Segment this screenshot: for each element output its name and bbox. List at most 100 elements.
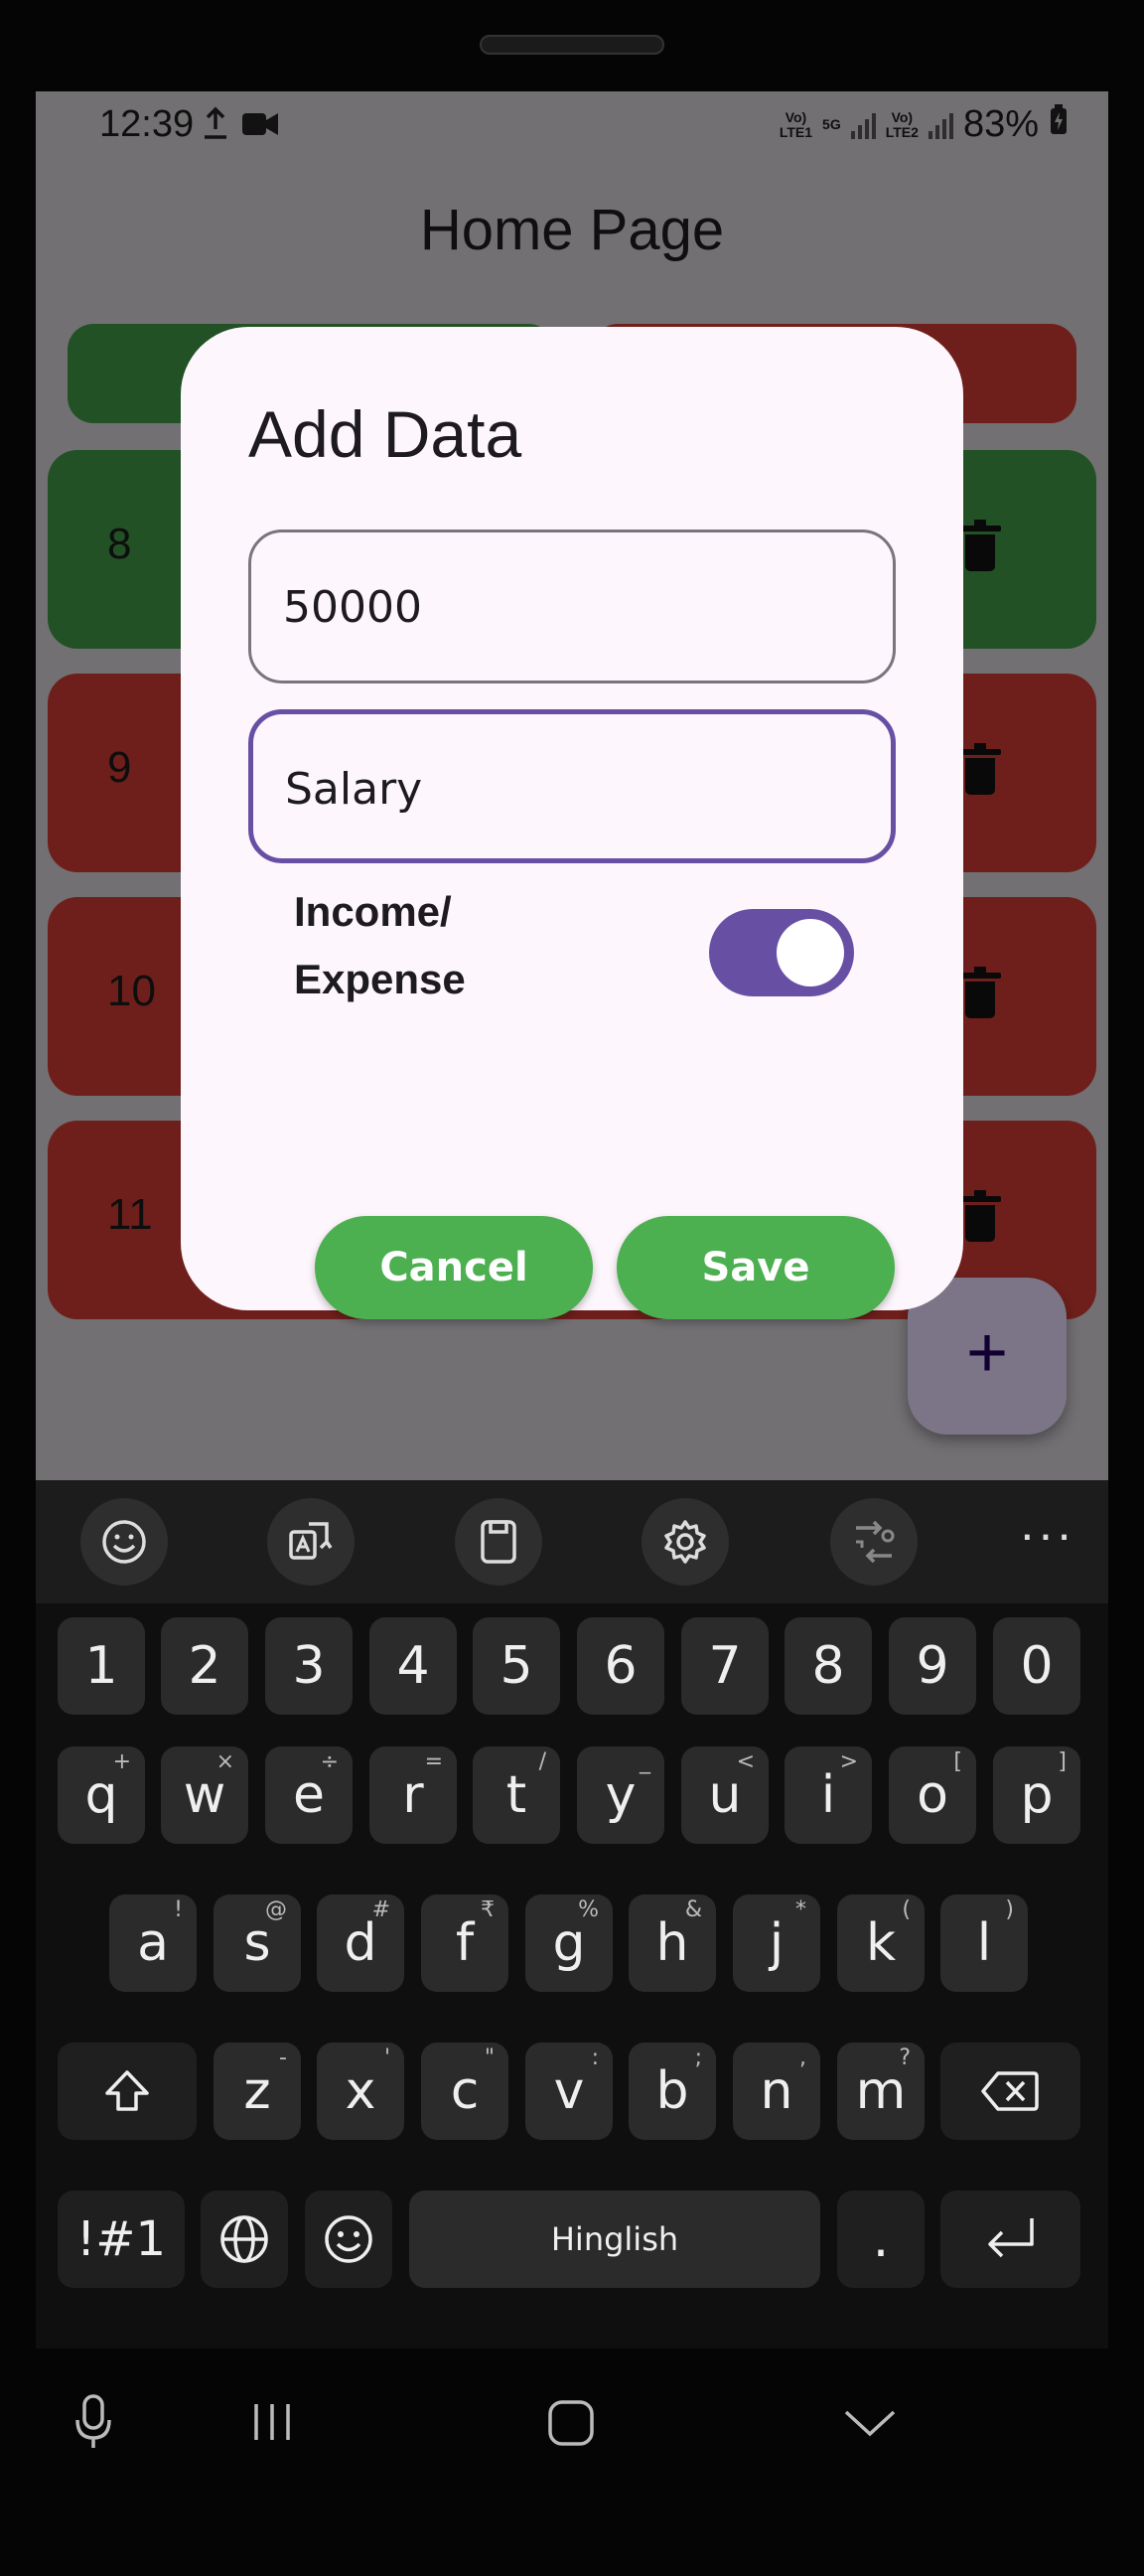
key-hint: _ — [640, 1749, 650, 1774]
key-2[interactable]: 2 — [161, 1617, 248, 1715]
settings-icon[interactable] — [642, 1498, 729, 1586]
key-hint: @ — [265, 1897, 287, 1922]
key-char: q — [84, 1765, 118, 1825]
key-u[interactable]: u < — [681, 1746, 769, 1844]
key-q[interactable]: q + — [58, 1746, 145, 1844]
income-expense-label: Income/ Expense — [294, 888, 466, 1002]
cancel-button[interactable]: Cancel — [315, 1216, 593, 1319]
key-6[interactable]: 6 — [577, 1617, 664, 1715]
key-char: j — [769, 1913, 785, 1973]
key-char: f — [455, 1913, 475, 1973]
space-key[interactable]: Hinglish — [409, 2191, 820, 2288]
emoji-icon[interactable] — [80, 1498, 168, 1586]
emoji-key[interactable] — [305, 2191, 392, 2288]
enter-icon — [988, 2218, 1034, 2258]
keyboard-toolbar: ··· — [36, 1480, 1108, 1603]
backspace-icon — [981, 2071, 1039, 2111]
key-r[interactable]: r = — [369, 1746, 457, 1844]
key-4[interactable]: 4 — [369, 1617, 457, 1715]
save-button[interactable]: Save — [617, 1216, 895, 1319]
key-char: t — [505, 1765, 527, 1825]
key-f[interactable]: f ₹ — [421, 1894, 508, 1992]
key-5[interactable]: 5 — [473, 1617, 560, 1715]
shift-key[interactable] — [58, 2043, 197, 2140]
key-hint: + — [112, 1749, 131, 1774]
key-hint: ' — [383, 2046, 390, 2070]
key-hint: = — [424, 1749, 443, 1774]
clipboard-icon[interactable] — [455, 1498, 542, 1586]
add-data-dialog: Add Data Income/ Expense Cancel Save — [181, 327, 963, 1319]
microphone-icon[interactable] — [72, 2392, 115, 2452]
key-e[interactable]: e ÷ — [265, 1746, 353, 1844]
key-s[interactable]: s @ — [214, 1894, 301, 1992]
income-expense-toggle[interactable] — [709, 909, 854, 996]
amount-input[interactable] — [283, 572, 859, 642]
key-o[interactable]: o[ — [889, 1746, 976, 1844]
key-char: o — [917, 1765, 948, 1825]
key-y[interactable]: y _ — [577, 1746, 664, 1844]
key-char: c — [450, 2061, 480, 2121]
key-hint: " — [484, 2046, 495, 2070]
text-convert-icon[interactable] — [830, 1498, 918, 1586]
key-char: p — [1020, 1765, 1054, 1825]
key-3[interactable]: 3 — [265, 1617, 353, 1715]
key-char: v — [553, 2061, 585, 2121]
key-char: u — [708, 1765, 742, 1825]
key-w[interactable]: w × — [161, 1746, 248, 1844]
key-7[interactable]: 7 — [681, 1617, 769, 1715]
recent-apps-icon[interactable] — [248, 2400, 296, 2444]
key-hint: [ — [953, 1749, 962, 1774]
amount-field[interactable] — [248, 530, 896, 683]
key-char: r — [402, 1765, 424, 1825]
language-key[interactable] — [201, 2191, 288, 2288]
key-g[interactable]: g% — [525, 1894, 613, 1992]
key-l[interactable]: l) — [940, 1894, 1028, 1992]
key-0[interactable]: 0 — [993, 1617, 1080, 1715]
enter-key[interactable] — [940, 2191, 1080, 2288]
key-char: s — [243, 1913, 271, 1973]
key-hint: ÷ — [320, 1749, 339, 1774]
translate-icon[interactable] — [267, 1498, 355, 1586]
key-char: x — [345, 2061, 376, 2121]
description-field[interactable] — [248, 709, 896, 863]
key-char: b — [655, 2061, 689, 2121]
home-icon[interactable] — [546, 2398, 596, 2448]
key-hint: ] — [1058, 1749, 1067, 1774]
more-icon[interactable]: ··· — [1019, 1509, 1074, 1559]
key-9[interactable]: 9 — [889, 1617, 976, 1715]
key-m[interactable]: m? — [837, 2043, 925, 2140]
key-hint: > — [839, 1749, 858, 1774]
key-hint: × — [215, 1749, 234, 1774]
key-j[interactable]: j * — [733, 1894, 820, 1992]
backspace-key[interactable] — [940, 2043, 1080, 2140]
symbols-key[interactable]: !#1 — [58, 2191, 185, 2288]
key-h[interactable]: h & — [629, 1894, 716, 1992]
hide-keyboard-icon[interactable] — [842, 2406, 898, 2440]
description-input[interactable] — [285, 754, 861, 824]
key-char: l — [976, 1913, 992, 1973]
key-hint: ₹ — [481, 1897, 495, 1922]
key-v[interactable]: v: — [525, 2043, 613, 2140]
key-t[interactable]: t / — [473, 1746, 560, 1844]
key-k[interactable]: k( — [837, 1894, 925, 1992]
key-n[interactable]: n, — [733, 2043, 820, 2140]
key-p[interactable]: p] — [993, 1746, 1080, 1844]
smiley-icon — [325, 2215, 372, 2263]
key-hint: , — [799, 2046, 806, 2070]
key-hint: & — [684, 1897, 702, 1922]
key-b[interactable]: b; — [629, 2043, 716, 2140]
key-x[interactable]: x ' — [317, 2043, 404, 2140]
key-c[interactable]: c " — [421, 2043, 508, 2140]
key-char: h — [655, 1913, 689, 1973]
key-char: z — [243, 2061, 271, 2121]
key-hint: ? — [899, 2046, 911, 2070]
keyboard: 1 2 3 4 5 6 7 8 9 0 q + w × e ÷ r = t / y _ u <… — [36, 1603, 1108, 2349]
key-char: e — [293, 1765, 325, 1825]
key-d[interactable]: d # — [317, 1894, 404, 1992]
key-i[interactable]: i > — [785, 1746, 872, 1844]
key-a[interactable]: a! — [109, 1894, 197, 1992]
key-z[interactable]: z- — [214, 2043, 301, 2140]
period-key[interactable]: . — [837, 2191, 925, 2288]
key-1[interactable]: 1 — [58, 1617, 145, 1715]
key-8[interactable]: 8 — [785, 1617, 872, 1715]
